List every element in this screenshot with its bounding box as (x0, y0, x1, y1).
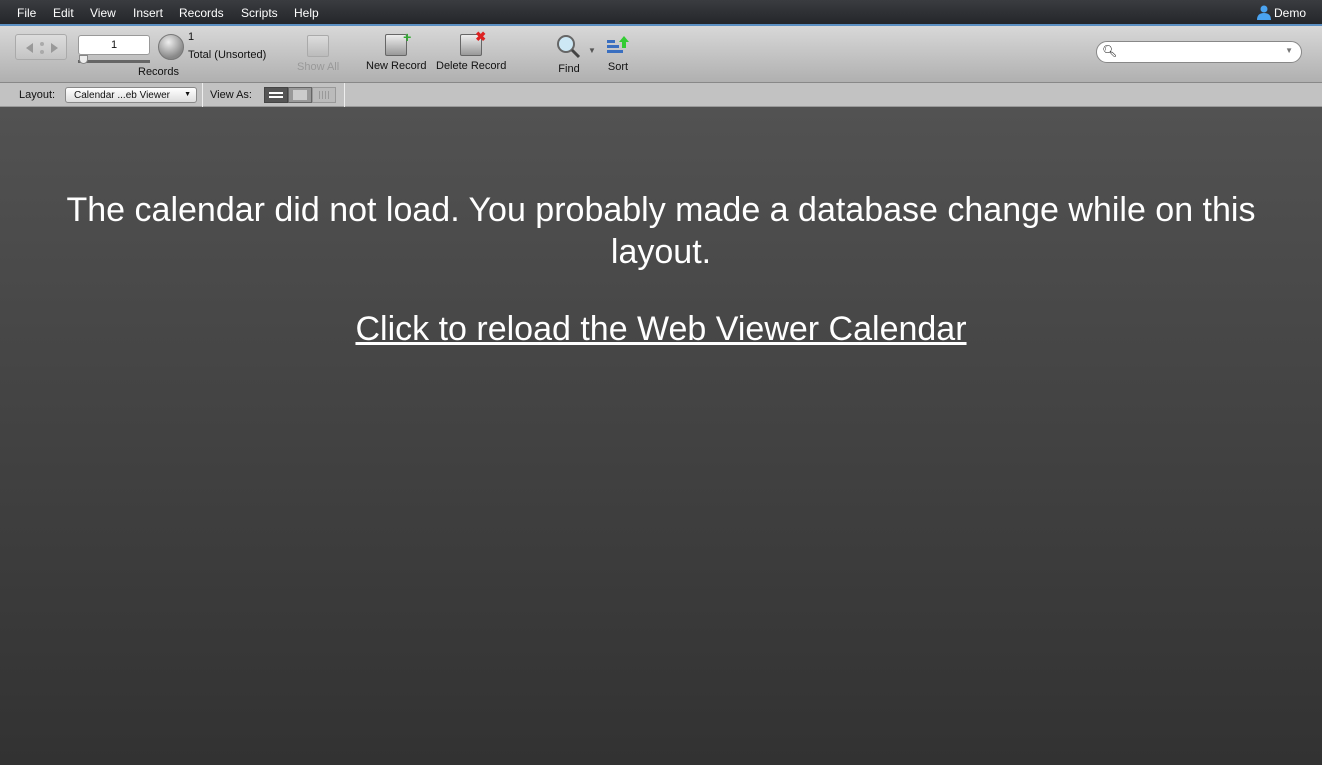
new-record-label: New Record (366, 60, 427, 72)
sort-icon (607, 36, 629, 53)
status-toolbar: 1 1 Total (Unsorted) Records Show All + … (0, 26, 1322, 83)
menu-help[interactable]: Help (294, 6, 319, 20)
new-record-button[interactable]: + New Record (366, 29, 427, 72)
reload-calendar-link[interactable]: Click to reload the Web Viewer Calendar (355, 310, 966, 349)
list-view-icon (293, 90, 307, 100)
view-as-table-button[interactable] (312, 87, 336, 103)
search-icon: 🔍︎ (1102, 44, 1118, 58)
menu-insert[interactable]: Insert (133, 6, 163, 20)
search-input[interactable] (1123, 44, 1273, 60)
record-navigation-book[interactable] (15, 34, 67, 60)
menu-records[interactable]: Records (179, 6, 224, 20)
records-label: Records (138, 66, 179, 78)
view-as-list-button[interactable] (288, 87, 312, 103)
magnifier-icon (557, 35, 581, 59)
show-all-button[interactable]: Show All (297, 35, 339, 73)
find-button[interactable]: Find (556, 34, 582, 75)
chevron-down-icon: ▼ (184, 91, 191, 98)
user-account[interactable]: Demo (1256, 5, 1306, 20)
menu-file[interactable]: File (17, 6, 36, 20)
quick-find-search[interactable]: 🔍︎ ▼ (1096, 41, 1302, 63)
found-set-pie-icon[interactable] (158, 34, 184, 60)
web-viewer: The calendar did not load. You probably … (0, 107, 1322, 765)
view-as-form-button[interactable] (264, 87, 288, 103)
sort-button[interactable]: Sort (606, 34, 630, 73)
form-view-icon (269, 92, 283, 98)
error-message: The calendar did not load. You probably … (66, 191, 1256, 271)
menu-scripts[interactable]: Scripts (241, 6, 278, 20)
book-arrows-icon (26, 42, 58, 54)
show-all-label: Show All (297, 61, 340, 73)
delete-record-label: Delete Record (436, 60, 507, 72)
delete-record-button[interactable]: ✖ Delete Record (436, 29, 507, 72)
record-slider-track[interactable] (78, 60, 150, 63)
menu-edit[interactable]: Edit (53, 6, 74, 20)
menu-view[interactable]: View (90, 6, 116, 20)
user-icon (1256, 5, 1271, 20)
layout-label: Layout: (19, 89, 56, 101)
sort-label: Sort (607, 61, 629, 73)
find-dropdown-icon[interactable]: ▼ (588, 46, 596, 55)
layout-bar: Layout: Calendar ...eb Viewer ▼ View As: (0, 83, 1322, 107)
total-label: Total (Unsorted) (188, 49, 267, 61)
record-slider-thumb[interactable] (79, 55, 88, 64)
search-dropdown-icon[interactable]: ▼ (1285, 46, 1293, 55)
view-as-label: View As: (210, 89, 252, 101)
current-record-field[interactable]: 1 (78, 35, 150, 55)
delete-record-icon: ✖ (460, 29, 486, 56)
found-count: 1 (188, 31, 195, 43)
layout-value: Calendar ...eb Viewer (74, 90, 170, 101)
table-view-icon (319, 91, 329, 99)
find-label: Find (558, 63, 580, 75)
layout-select[interactable]: Calendar ...eb Viewer ▼ (65, 87, 197, 103)
new-record-icon: + (385, 29, 411, 56)
show-all-icon (307, 35, 330, 57)
user-name: Demo (1273, 5, 1306, 20)
menu-bar: File Edit View Insert Records Scripts He… (0, 0, 1322, 26)
